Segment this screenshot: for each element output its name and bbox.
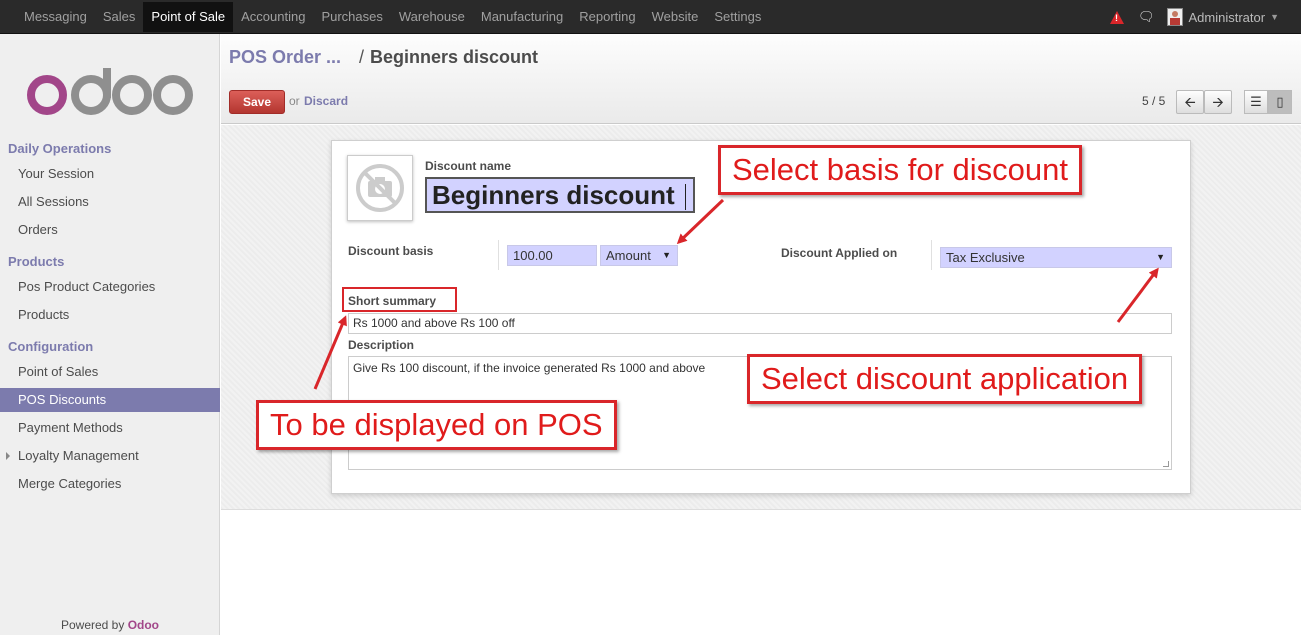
sidebar-item-payment-methods[interactable]: Payment Methods — [0, 416, 220, 440]
chevron-down-icon: ▼ — [1156, 252, 1165, 262]
list-icon: ☰ — [1250, 94, 1262, 109]
previous-record-button[interactable]: 🡨 — [1176, 90, 1204, 114]
sidebar-item-products[interactable]: Products — [0, 303, 220, 327]
menu-accounting[interactable]: Accounting — [233, 2, 313, 32]
chat-icon[interactable]: 🗨 — [1138, 9, 1155, 25]
divider — [931, 240, 932, 270]
sidebar: Daily Operations Your Session All Sessio… — [0, 34, 220, 635]
sidebar-item-your-session[interactable]: Your Session — [0, 162, 220, 186]
discount-basis-label: Discount basis — [348, 244, 434, 258]
discard-link[interactable]: Discard — [304, 94, 348, 108]
callout-pos: To be displayed on POS — [256, 400, 617, 450]
or-text: or — [289, 94, 300, 108]
menu-reporting[interactable]: Reporting — [571, 2, 643, 32]
text-cursor — [684, 184, 686, 211]
description-value: Give Rs 100 discount, if the invoice gen… — [353, 361, 706, 375]
divider — [498, 240, 499, 270]
discount-name-input[interactable]: Beginners discount — [425, 177, 695, 213]
section-products: Products — [8, 254, 65, 269]
powered-prefix: Powered by — [60, 618, 125, 632]
chevron-down-icon: ▼ — [662, 250, 671, 260]
breadcrumb-parent[interactable]: POS Order ... — [229, 47, 341, 68]
breadcrumb-separator: / — [359, 47, 365, 67]
resize-grip-icon[interactable] — [1163, 461, 1169, 467]
next-record-button[interactable]: 🡪 — [1204, 90, 1232, 114]
pager-value[interactable]: 5 / 5 — [1142, 94, 1165, 108]
description-label: Description — [348, 338, 415, 352]
menu-website[interactable]: Website — [644, 2, 707, 32]
callout-basis: Select basis for discount — [718, 145, 1083, 195]
sidebar-item-loyalty-management[interactable]: Loyalty Management — [0, 444, 220, 468]
list-view-button[interactable]: ☰ — [1244, 90, 1268, 114]
section-daily-operations: Daily Operations — [8, 141, 112, 156]
discount-name-value: Beginners discount — [432, 180, 675, 210]
discount-basis-input[interactable]: 100.00 — [507, 245, 597, 266]
breadcrumb-current: Beginners discount — [370, 47, 539, 67]
expand-caret-icon[interactable] — [6, 452, 10, 460]
discount-type-value: Amount — [606, 248, 651, 263]
menu-manufacturing[interactable]: Manufacturing — [473, 2, 571, 32]
odoo-logo[interactable] — [26, 68, 196, 116]
avatar[interactable] — [1166, 8, 1183, 26]
menu-messaging[interactable]: Messaging — [16, 2, 95, 32]
powered-by: Powered by Odoo — [0, 618, 220, 632]
sidebar-item-label: Loyalty Management — [18, 448, 139, 463]
powered-brand-link[interactable]: Odoo — [128, 618, 159, 632]
applied-on-label: Discount Applied on — [781, 246, 898, 260]
sidebar-item-orders[interactable]: Orders — [0, 218, 220, 242]
short-summary-input[interactable]: Rs 1000 and above Rs 100 off — [348, 313, 1172, 334]
sidebar-item-pos-product-categories[interactable]: Pos Product Categories — [0, 275, 220, 299]
applied-on-value: Tax Exclusive — [946, 250, 1025, 265]
form-view-button[interactable]: ▯ — [1268, 90, 1292, 114]
menu-purchases[interactable]: Purchases — [313, 2, 390, 32]
arrow-left-icon: 🡨 — [1184, 94, 1196, 110]
save-button[interactable]: Save — [229, 90, 285, 114]
sidebar-item-point-of-sales[interactable]: Point of Sales — [0, 360, 220, 384]
sidebar-item-all-sessions[interactable]: All Sessions — [0, 190, 220, 214]
applied-on-select[interactable]: Tax Exclusive ▼ — [940, 247, 1172, 268]
control-panel: POS Order ... / Beginners discount Save … — [221, 34, 1301, 124]
menu-point-of-sale[interactable]: Point of Sale — [143, 2, 234, 32]
main-menu: Messaging Sales Point of Sale Accounting… — [16, 0, 769, 34]
image-placeholder[interactable] — [347, 155, 413, 221]
top-navbar: Messaging Sales Point of Sale Accounting… — [0, 0, 1301, 34]
discount-type-select[interactable]: Amount ▼ — [600, 245, 678, 266]
sidebar-item-pos-discounts[interactable]: POS Discounts — [0, 388, 220, 412]
form-icon: ▯ — [1276, 94, 1284, 109]
user-menu[interactable]: Administrator — [1189, 10, 1266, 25]
callout-application: Select discount application — [747, 354, 1143, 404]
user-area: 🗨 Administrator ▼ — [1109, 0, 1279, 34]
menu-settings[interactable]: Settings — [706, 2, 769, 32]
highlight-short-summary — [342, 287, 457, 312]
chevron-down-icon: ▼ — [1270, 12, 1279, 22]
section-configuration: Configuration — [8, 339, 94, 354]
menu-warehouse[interactable]: Warehouse — [391, 2, 473, 32]
no-camera-icon — [356, 164, 404, 212]
sidebar-item-merge-categories[interactable]: Merge Categories — [0, 472, 220, 496]
menu-sales[interactable]: Sales — [95, 2, 144, 32]
discount-name-label: Discount name — [425, 159, 512, 173]
warning-icon[interactable] — [1109, 10, 1124, 24]
arrow-right-icon: 🡪 — [1212, 94, 1224, 110]
